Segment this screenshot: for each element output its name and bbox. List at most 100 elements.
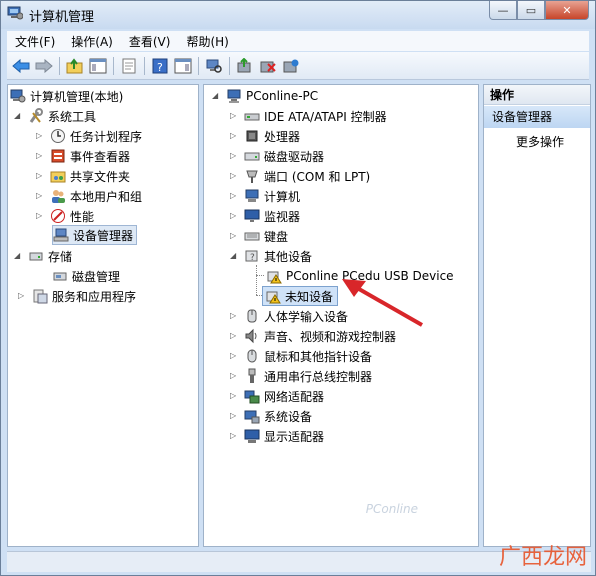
performance-icon bbox=[51, 209, 65, 223]
forward-button[interactable] bbox=[34, 56, 54, 76]
tree-label: 本地用户和组 bbox=[70, 189, 143, 204]
event-viewer-icon bbox=[51, 149, 65, 163]
collapsed-arrow-icon[interactable]: ▷ bbox=[36, 192, 44, 200]
other-devices-icon: ? bbox=[245, 250, 258, 263]
tree-label: 网络适配器 bbox=[264, 389, 325, 404]
collapsed-arrow-icon[interactable]: ▷ bbox=[230, 232, 238, 240]
collapsed-arrow-icon[interactable]: ▷ bbox=[18, 292, 26, 300]
collapsed-arrow-icon[interactable]: ▷ bbox=[230, 392, 238, 400]
device-category-ide[interactable]: ▷ IDE ATA/ATAPI 控制器 bbox=[230, 107, 387, 125]
collapsed-arrow-icon[interactable]: ▷ bbox=[230, 352, 238, 360]
svg-text:?: ? bbox=[157, 61, 163, 74]
collapsed-arrow-icon[interactable]: ▷ bbox=[230, 432, 238, 440]
device-category-usb[interactable]: ▷ 通用串行总线控制器 bbox=[230, 367, 372, 385]
tree-item-task-scheduler[interactable]: ▷ 任务计划程序 bbox=[36, 127, 142, 145]
collapsed-arrow-icon[interactable]: ▷ bbox=[230, 332, 238, 340]
collapsed-arrow-icon[interactable]: ▷ bbox=[230, 172, 238, 180]
collapsed-arrow-icon[interactable]: ▷ bbox=[230, 412, 238, 420]
tree-label: 未知设备 bbox=[285, 289, 334, 304]
tree-item-services-applications[interactable]: ▷ 服务和应用程序 bbox=[18, 287, 136, 305]
close-button[interactable]: ✕ bbox=[545, 1, 589, 20]
tree-item-computer-management[interactable]: 计算机管理(本地) bbox=[10, 87, 123, 105]
device-category-display[interactable]: ▷ 显示适配器 bbox=[230, 427, 324, 445]
menu-view[interactable]: 查看(V) bbox=[121, 33, 179, 50]
menu-file[interactable]: 文件(F) bbox=[7, 33, 63, 50]
collapsed-arrow-icon[interactable]: ▷ bbox=[230, 212, 238, 220]
expanded-arrow-icon[interactable]: ◢ bbox=[230, 252, 238, 260]
usb-icon bbox=[248, 368, 256, 383]
maximize-button[interactable]: ▭ bbox=[517, 1, 545, 20]
back-arrow-icon bbox=[12, 58, 30, 73]
collapsed-arrow-icon[interactable]: ▷ bbox=[230, 152, 238, 160]
collapsed-arrow-icon[interactable]: ▷ bbox=[36, 132, 44, 140]
disable-device-button[interactable] bbox=[258, 56, 278, 76]
show-hide-tree-button[interactable] bbox=[88, 56, 108, 76]
device-category-monitors[interactable]: ▷ 监视器 bbox=[230, 207, 300, 225]
device-category-computer[interactable]: ▷ 计算机 bbox=[230, 187, 300, 205]
device-category-mice[interactable]: ▷ 鼠标和其他指针设备 bbox=[230, 347, 372, 365]
collapsed-arrow-icon[interactable]: ▷ bbox=[230, 132, 238, 140]
device-category-processor[interactable]: ▷ 处理器 bbox=[230, 127, 300, 145]
update-driver-button[interactable] bbox=[235, 56, 255, 76]
expanded-arrow-icon[interactable]: ◢ bbox=[14, 112, 22, 120]
tree-label: 系统设备 bbox=[264, 409, 313, 424]
device-category-disk-drives[interactable]: ▷ 磁盘驱动器 bbox=[230, 147, 324, 165]
device-category-keyboards[interactable]: ▷ 键盘 bbox=[230, 227, 288, 245]
update-driver-icon bbox=[237, 57, 251, 72]
device-category-hid[interactable]: ▷ 人体学输入设备 bbox=[230, 307, 348, 325]
expanded-arrow-icon[interactable]: ◢ bbox=[14, 252, 22, 260]
action-pane-button[interactable] bbox=[173, 56, 193, 76]
collapsed-arrow-icon[interactable]: ▷ bbox=[36, 212, 44, 220]
tree-label: 磁盘管理 bbox=[72, 269, 121, 284]
device-unknown[interactable]: 未知设备 bbox=[262, 286, 339, 306]
computer-management-icon bbox=[7, 6, 23, 20]
tree-item-performance[interactable]: ▷ 性能 bbox=[36, 207, 94, 225]
action-pane-icon bbox=[174, 58, 192, 73]
device-category-system[interactable]: ▷ 系统设备 bbox=[230, 407, 312, 425]
actions-section-device-manager[interactable]: 设备管理器 bbox=[484, 106, 590, 128]
more-actions-link[interactable]: 更多操作 bbox=[516, 133, 564, 150]
tree-label: 性能 bbox=[70, 209, 95, 224]
scan-hardware-button[interactable] bbox=[204, 56, 224, 76]
show-hide-tree-icon bbox=[89, 58, 107, 73]
tree-label: 存储 bbox=[48, 249, 73, 264]
system-tools-icon bbox=[29, 108, 43, 123]
tree-label: 事件查看器 bbox=[70, 149, 131, 164]
help-button[interactable]: ? bbox=[150, 56, 170, 76]
tree-item-storage[interactable]: ◢ 存储 bbox=[14, 247, 72, 265]
collapsed-arrow-icon[interactable]: ▷ bbox=[230, 112, 238, 120]
tree-item-device-manager[interactable]: 设备管理器 bbox=[52, 225, 138, 245]
tree-label: 服务和应用程序 bbox=[52, 289, 137, 304]
computer-icon bbox=[227, 89, 241, 103]
device-root[interactable]: ◢ PConline-PC bbox=[212, 87, 318, 105]
uninstall-device-button[interactable] bbox=[281, 56, 301, 76]
tree-item-system-tools[interactable]: ◢ 系统工具 bbox=[14, 107, 96, 125]
tree-item-local-users-groups[interactable]: ▷ 本地用户和组 bbox=[36, 187, 142, 205]
tree-label: 监视器 bbox=[264, 209, 301, 224]
collapsed-arrow-icon[interactable]: ▷ bbox=[230, 192, 238, 200]
tree-label: 磁盘驱动器 bbox=[264, 149, 325, 164]
menu-action[interactable]: 操作(A) bbox=[63, 33, 121, 50]
users-icon bbox=[52, 190, 65, 203]
tree-item-event-viewer[interactable]: ▷ 事件查看器 bbox=[36, 147, 130, 165]
keyboard-icon bbox=[244, 232, 260, 241]
device-category-ports[interactable]: ▷ 端口 (COM 和 LPT) bbox=[230, 167, 370, 185]
mouse-icon bbox=[247, 349, 257, 363]
device-category-network[interactable]: ▷ 网络适配器 bbox=[230, 387, 324, 405]
expanded-arrow-icon[interactable]: ◢ bbox=[212, 92, 220, 100]
collapsed-arrow-icon[interactable]: ▷ bbox=[230, 312, 238, 320]
storage-icon bbox=[29, 252, 43, 261]
device-category-other-devices[interactable]: ◢ ? 其他设备 bbox=[230, 247, 312, 265]
menu-help[interactable]: 帮助(H) bbox=[178, 33, 236, 50]
toolbar-separator bbox=[198, 56, 199, 75]
tree-item-shared-folders[interactable]: ▷ 共享文件夹 bbox=[36, 167, 130, 185]
export-list-button[interactable] bbox=[119, 56, 139, 76]
collapsed-arrow-icon[interactable]: ▷ bbox=[36, 172, 44, 180]
up-level-button[interactable] bbox=[65, 56, 85, 76]
minimize-button[interactable]: — bbox=[489, 1, 517, 20]
tree-item-disk-management[interactable]: 磁盘管理 bbox=[52, 267, 120, 285]
collapsed-arrow-icon[interactable]: ▷ bbox=[230, 372, 238, 380]
back-button[interactable] bbox=[11, 56, 31, 76]
collapsed-arrow-icon[interactable]: ▷ bbox=[36, 152, 44, 160]
computer-management-window: 计算机管理 — ▭ ✕ 文件(F) 操作(A) 查看(V) 帮助(H) ? 计算… bbox=[0, 0, 596, 576]
